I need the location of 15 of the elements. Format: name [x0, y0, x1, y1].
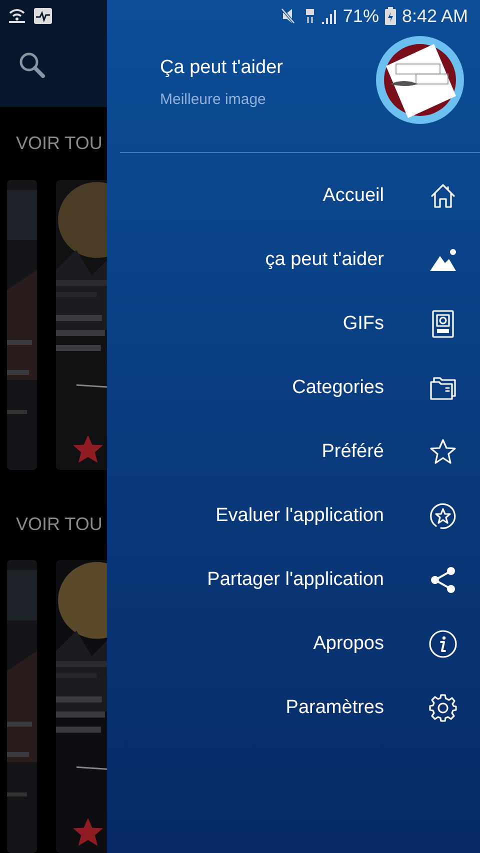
- section-heading: VOIR TOU: [16, 513, 102, 536]
- battery-percentage: 71%: [342, 4, 379, 28]
- menu-item[interactable]: Préféré: [107, 420, 480, 484]
- menu-item[interactable]: Apropos: [107, 612, 480, 676]
- menu-item[interactable]: Accueil: [107, 164, 480, 228]
- menu-item[interactable]: GIFs: [107, 292, 480, 356]
- app-subtitle: Meilleure image: [160, 90, 267, 110]
- menu-item[interactable]: Paramètres: [107, 676, 480, 740]
- section-heading: VOIR TOU: [16, 132, 102, 155]
- clock-time: 8:42 AM: [402, 4, 468, 28]
- menu-item[interactable]: Partager l'application: [107, 548, 480, 612]
- menu-item[interactable]: Categories: [107, 356, 480, 420]
- app-title: Ça peut t'aider: [160, 56, 284, 80]
- menu-item[interactable]: Evaluer l'application: [107, 484, 480, 548]
- menu-item[interactable]: ça peut t'aider: [107, 228, 480, 292]
